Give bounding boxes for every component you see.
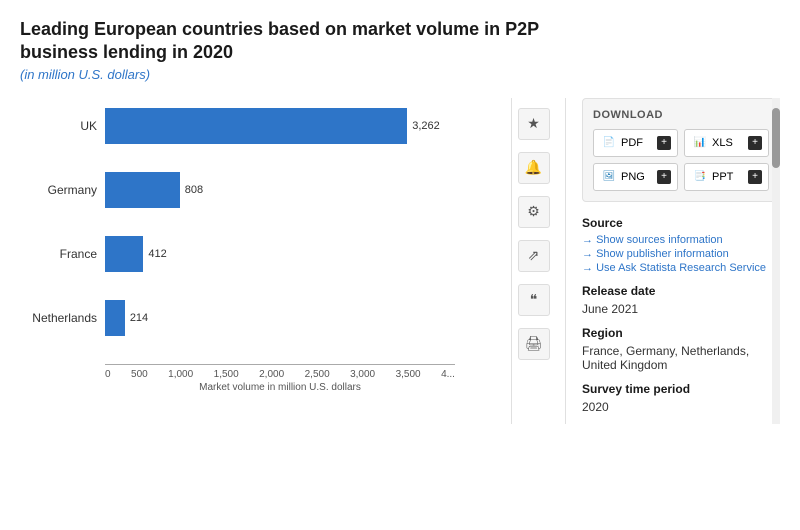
bar-value: 3,262 — [412, 120, 440, 132]
scrollbar-thumb — [772, 108, 780, 168]
png-icon: 🖼 — [600, 168, 618, 186]
icon-sidebar: ★ 🔔 ⚙ ⇗ ❝ 🖨 — [511, 98, 555, 424]
x-axis-label-item: 1,500 — [214, 369, 239, 380]
gear-icon[interactable]: ⚙ — [518, 196, 550, 228]
bar-row: Netherlands 214 — [20, 300, 460, 336]
scrollbar[interactable] — [772, 98, 780, 424]
bar-label: Netherlands — [20, 311, 105, 325]
x-axis-label-item: 4... — [441, 369, 455, 380]
content-area: UK 3,262 Germany 808 France 412 Netherlands 214… — [20, 98, 780, 424]
download-btn-label: PNG — [621, 171, 645, 183]
bar-label: Germany — [20, 183, 105, 197]
source-link[interactable]: Show sources information — [582, 234, 780, 246]
x-axis-label-item: 1,000 — [168, 369, 193, 380]
x-axis-label-item: 0 — [105, 369, 111, 380]
pdf-icon: 📄 — [600, 134, 618, 152]
download-plus-icon: + — [748, 136, 762, 150]
bar-row: Germany 808 — [20, 172, 460, 208]
page-subtitle: (in million U.S. dollars) — [20, 67, 780, 82]
survey-period-label: Survey time period — [582, 382, 780, 396]
download-ppt-button[interactable]: 📑PPT + — [684, 163, 769, 191]
source-section: Source Show sources information Show publ… — [582, 216, 780, 274]
share-icon[interactable]: ⇗ — [518, 240, 550, 272]
survey-period-value: 2020 — [582, 400, 780, 414]
bar-label: UK — [20, 119, 105, 133]
bar-track: 214 — [105, 300, 148, 336]
bar-track: 808 — [105, 172, 203, 208]
page-wrapper: Leading European countries based on mark… — [0, 0, 800, 434]
download-plus-icon: + — [657, 136, 671, 150]
download-buttons: 📄PDF + 📊XLS + 🖼PNG + 📑PPT + — [593, 129, 769, 191]
source-label: Source — [582, 216, 780, 230]
bar-chart: UK 3,262 Germany 808 France 412 Netherlands 214 — [20, 98, 460, 336]
download-plus-icon: + — [657, 170, 671, 184]
ppt-icon: 📑 — [691, 168, 709, 186]
x-axis-label-item: 2,000 — [259, 369, 284, 380]
bar-label: France — [20, 247, 105, 261]
quote-icon[interactable]: ❝ — [518, 284, 550, 316]
right-panel: DOWNLOAD 📄PDF + 📊XLS + 🖼PNG + 📑PPT + Source Sho… — [565, 98, 780, 424]
survey-period-section: Survey time period 2020 — [582, 382, 780, 414]
download-btn-label: XLS — [712, 137, 733, 149]
bar-value: 214 — [130, 312, 148, 324]
x-axis-label-item: 2,500 — [305, 369, 330, 380]
x-axis-title: Market volume in million U.S. dollars — [105, 382, 455, 393]
bar-track: 412 — [105, 236, 167, 272]
bar-row: UK 3,262 — [20, 108, 460, 144]
source-links: Show sources information Show publisher i… — [582, 234, 780, 274]
x-axis-label-item: 3,500 — [396, 369, 421, 380]
xls-icon: 📊 — [691, 134, 709, 152]
chart-container: UK 3,262 Germany 808 France 412 Netherlands 214… — [20, 98, 501, 424]
x-axis-label-item: 3,000 — [350, 369, 375, 380]
bar-value: 412 — [148, 248, 166, 260]
bar-row: France 412 — [20, 236, 460, 272]
page-title: Leading European countries based on mark… — [20, 18, 540, 65]
release-date-section: Release date June 2021 — [582, 284, 780, 316]
bar-fill — [105, 172, 180, 208]
download-section: DOWNLOAD 📄PDF + 📊XLS + 🖼PNG + 📑PPT + — [582, 98, 780, 202]
download-pdf-button[interactable]: 📄PDF + — [593, 129, 678, 157]
download-btn-label: PDF — [621, 137, 643, 149]
bar-fill — [105, 108, 407, 144]
bar-value: 808 — [185, 184, 203, 196]
bar-fill — [105, 236, 143, 272]
release-date-label: Release date — [582, 284, 780, 298]
download-btn-label: PPT — [712, 171, 733, 183]
x-axis-label-item: 500 — [131, 369, 148, 380]
region-value: France, Germany, Netherlands, United Kin… — [582, 344, 780, 372]
bar-fill — [105, 300, 125, 336]
print-icon[interactable]: 🖨 — [518, 328, 550, 360]
x-axis — [105, 364, 455, 365]
bell-icon[interactable]: 🔔 — [518, 152, 550, 184]
bar-track: 3,262 — [105, 108, 440, 144]
download-label: DOWNLOAD — [593, 109, 769, 121]
download-png-button[interactable]: 🖼PNG + — [593, 163, 678, 191]
source-link[interactable]: Use Ask Statista Research Service — [582, 262, 780, 274]
x-axis-labels: 0 500 1,000 1,500 2,000 2,500 3,000 3,500 4... — [105, 369, 455, 380]
release-date-value: June 2021 — [582, 302, 780, 316]
title-section: Leading European countries based on mark… — [20, 18, 780, 82]
download-plus-icon: + — [748, 170, 762, 184]
region-section: Region France, Germany, Netherlands, Uni… — [582, 326, 780, 372]
star-icon[interactable]: ★ — [518, 108, 550, 140]
region-label: Region — [582, 326, 780, 340]
chart-and-icons: UK 3,262 Germany 808 France 412 Netherlands 214… — [20, 98, 555, 424]
source-link[interactable]: Show publisher information — [582, 248, 780, 260]
download-xls-button[interactable]: 📊XLS + — [684, 129, 769, 157]
